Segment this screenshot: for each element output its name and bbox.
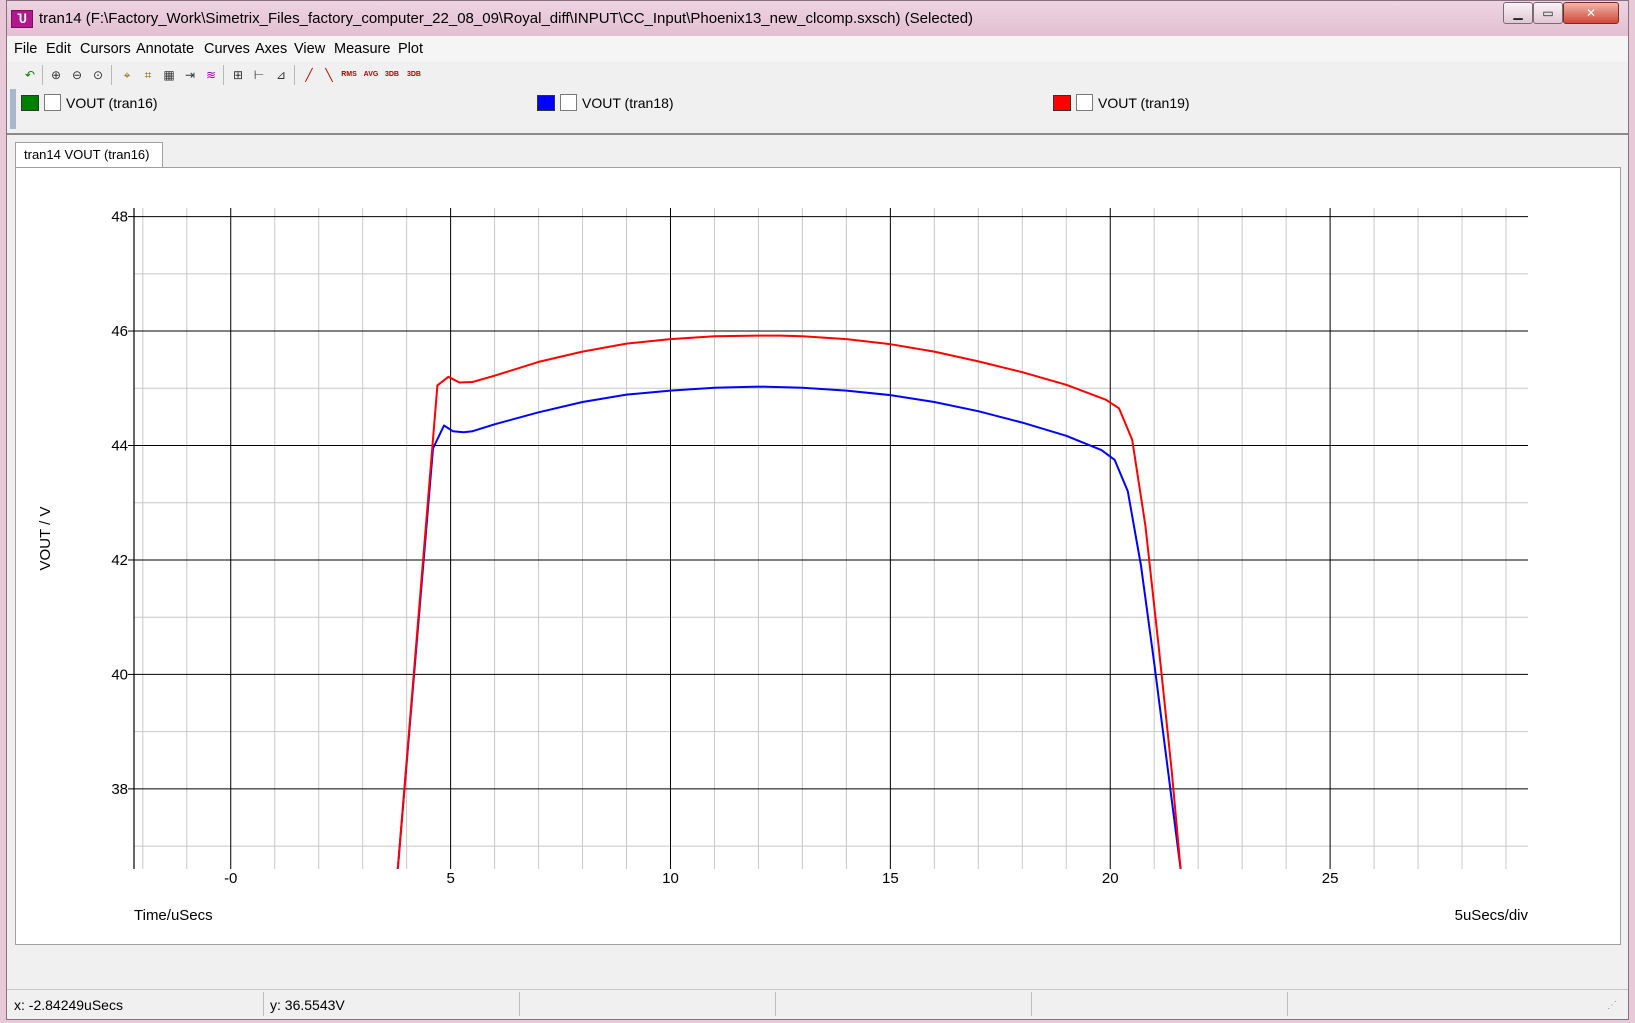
status-divider xyxy=(519,992,520,1016)
rise-icon[interactable]: ╱ xyxy=(300,66,318,84)
zoom-out-icon[interactable]: ⊖ xyxy=(68,66,86,84)
resize-grip-icon[interactable]: ⋰ xyxy=(1607,1000,1617,1011)
status-bar: x: -2.84249uSecs y: 36.5543V ⋰ xyxy=(7,989,1628,1019)
x-tick-label: 5 xyxy=(446,870,454,887)
cursor-text-icon[interactable]: ⌗ xyxy=(139,66,157,84)
app-window: Ⴎ tran14 (F:\Factory_Work\Simetrix_Files… xyxy=(6,0,1629,1020)
legend-label-tran19[interactable]: VOUT (tran19) xyxy=(1098,95,1190,111)
toolbar-separator xyxy=(223,65,224,85)
y-tick-label: 40 xyxy=(111,666,128,683)
menu-bar: File Edit Cursors Annotate Curves Axes V… xyxy=(7,36,1628,62)
series-line-vout-tran18 xyxy=(396,385,1182,869)
y-axis-label: VOUT / V xyxy=(37,507,54,571)
status-divider xyxy=(1031,992,1032,1016)
legend-checkbox-tran18[interactable] xyxy=(560,94,577,111)
abs-icon[interactable]: ▦ xyxy=(160,66,178,84)
status-divider xyxy=(775,992,776,1016)
minimize-button[interactable]: ▁ xyxy=(1503,2,1533,24)
menu-cursors[interactable]: Cursors xyxy=(80,41,131,57)
x-tick-label: -0 xyxy=(224,870,237,887)
curve-select-icon[interactable]: ≋ xyxy=(202,66,220,84)
legend-swatch-tran19[interactable] xyxy=(1053,95,1071,111)
legend-grip-handle[interactable] xyxy=(10,89,16,129)
close-button[interactable]: ✕ xyxy=(1563,2,1619,24)
vout-chart[interactable]: -0 5 10 15 20 25 38 40 42 44 46 48 Time/uSecs 5uSecs/… xyxy=(16,168,1620,944)
cursor-x-readout: x: -2.84249uSecs xyxy=(14,997,123,1013)
menu-curves[interactable]: Curves xyxy=(204,41,250,57)
menu-view[interactable]: View xyxy=(294,41,325,57)
zoom-full-icon[interactable]: ⊙ xyxy=(89,66,107,84)
grid-icon[interactable]: ⊞ xyxy=(229,66,247,84)
x-tick-label: 25 xyxy=(1322,870,1339,887)
window-title: tran14 (F:\Factory_Work\Simetrix_Files_f… xyxy=(39,10,974,27)
toolbar: ↶ ⊕ ⊖ ⊙ ⌖ ⌗ ▦ ⇥ ≋ ⊞ ⊢ ⊿ ╱ ╲ RMS AVG 3DB … xyxy=(7,63,1628,89)
menu-plot[interactable]: Plot xyxy=(398,41,423,57)
toolbar-separator xyxy=(111,65,112,85)
minimize-icon: ▁ xyxy=(1513,6,1523,20)
y-tick-label: 42 xyxy=(111,552,128,569)
toolbar-separator xyxy=(42,65,43,85)
maximize-icon: ▭ xyxy=(1542,6,1554,20)
x-tick-label: 10 xyxy=(662,870,679,887)
tab-tran14-vout[interactable]: tran14 VOUT (tran16) xyxy=(15,142,163,168)
waveform-icon[interactable]: Ⴎ xyxy=(11,10,33,28)
legend-swatch-tran18[interactable] xyxy=(537,95,555,111)
cursor-icon[interactable]: ⌖ xyxy=(118,66,136,84)
3db-upper-icon[interactable]: 3DB xyxy=(405,66,423,84)
legend-bar: VOUT (tran16) VOUT (tran18) VOUT (tran19… xyxy=(7,89,1628,131)
title-bar[interactable]: Ⴎ tran14 (F:\Factory_Work\Simetrix_Files… xyxy=(7,1,1628,36)
menu-annotate[interactable]: Annotate xyxy=(136,41,194,57)
legend-swatch-tran16[interactable] xyxy=(21,95,39,111)
cursor-y-readout: y: 36.5543V xyxy=(270,997,345,1013)
status-divider xyxy=(263,992,264,1016)
y-tick-label: 38 xyxy=(111,781,128,798)
menu-axes[interactable]: Axes xyxy=(255,41,287,57)
y-tick-label: 44 xyxy=(111,438,128,455)
x-tick-label: 20 xyxy=(1102,870,1119,887)
toolbar-separator xyxy=(294,65,295,85)
x-tick-label: 15 xyxy=(882,870,899,887)
maximize-button[interactable]: ▭ xyxy=(1533,2,1563,24)
plot-panel[interactable]: -0 5 10 15 20 25 38 40 42 44 46 48 Time/uSecs 5uSecs/… xyxy=(15,167,1621,945)
menu-measure[interactable]: Measure xyxy=(334,41,390,57)
fall-icon[interactable]: ╲ xyxy=(320,66,338,84)
divider xyxy=(7,133,1628,135)
status-divider xyxy=(1287,992,1288,1016)
new-axes-icon[interactable]: ⊿ xyxy=(272,66,290,84)
y-tick-label: 48 xyxy=(111,209,128,226)
legend-label-tran16[interactable]: VOUT (tran16) xyxy=(66,95,158,111)
axes-icon[interactable]: ⊢ xyxy=(250,66,268,84)
legend-label-tran18[interactable]: VOUT (tran18) xyxy=(582,95,674,111)
y-tick-label: 46 xyxy=(111,323,128,340)
close-icon: ✕ xyxy=(1585,6,1597,20)
legend-checkbox-tran16[interactable] xyxy=(44,94,61,111)
legend-checkbox-tran19[interactable] xyxy=(1076,94,1093,111)
add-curve-icon[interactable]: ⇥ xyxy=(181,66,199,84)
menu-edit[interactable]: Edit xyxy=(46,41,71,57)
x-axis-label: Time/uSecs xyxy=(134,907,213,924)
undo-icon[interactable]: ↶ xyxy=(21,66,39,84)
3db-lower-icon[interactable]: 3DB xyxy=(383,66,401,84)
x-scale-label: 5uSecs/div xyxy=(1455,907,1529,924)
zoom-in-icon[interactable]: ⊕ xyxy=(47,66,65,84)
menu-file[interactable]: File xyxy=(14,41,37,57)
rms-icon[interactable]: RMS xyxy=(340,66,358,84)
avg-icon[interactable]: AVG xyxy=(362,66,380,84)
